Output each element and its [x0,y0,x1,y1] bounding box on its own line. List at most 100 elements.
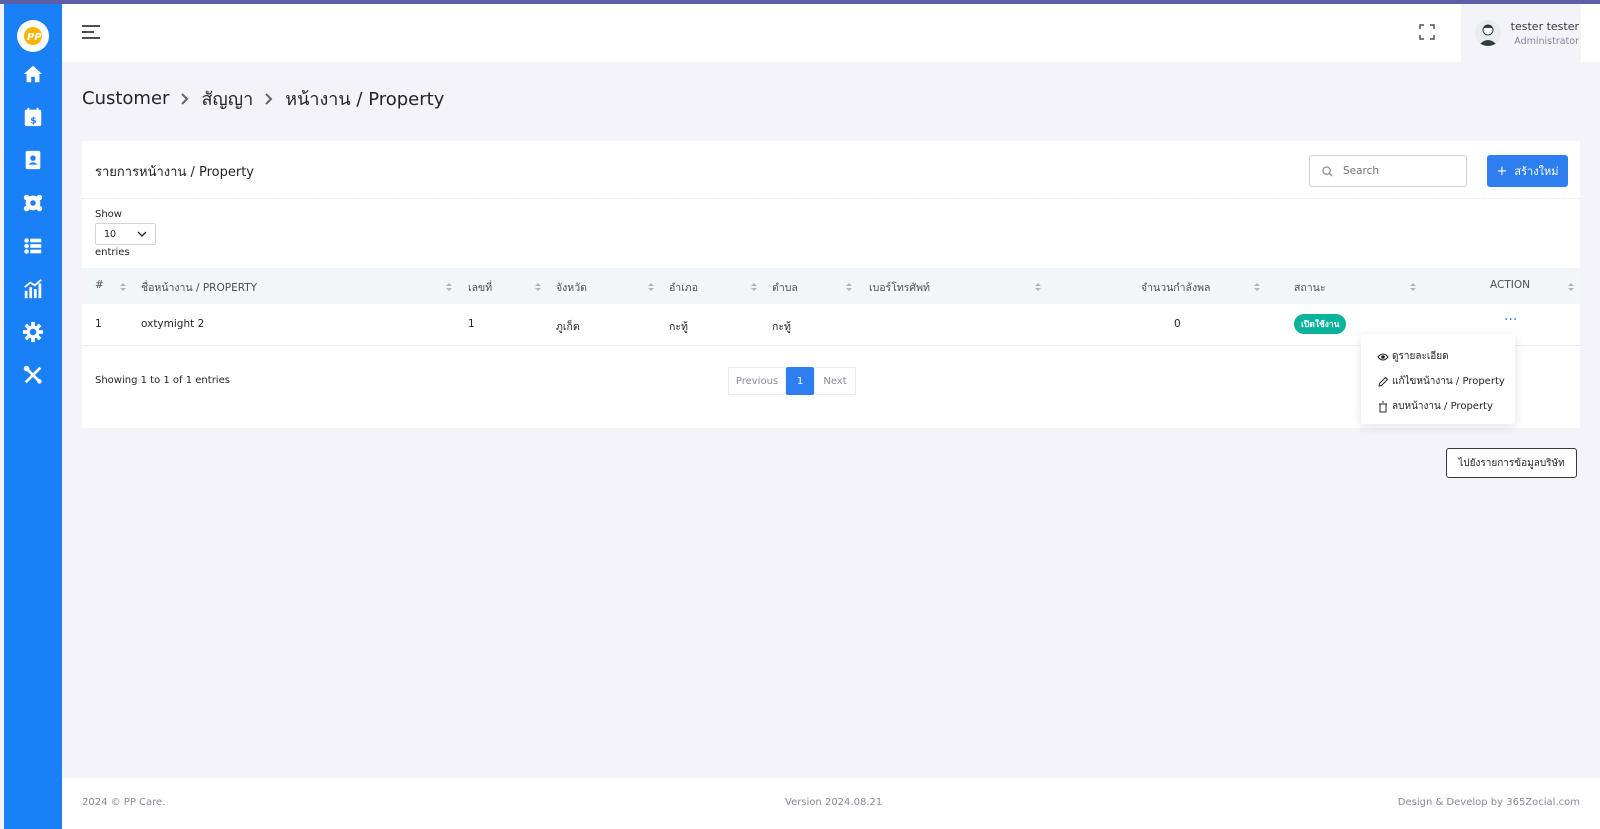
sidebar: PP $ [4,4,62,829]
search-input[interactable] [1343,165,1453,177]
property-list-card: รายการหน้างาน / Property + สร้างใหม่ Sho… [82,141,1580,428]
user-role: Administrator [1514,35,1579,47]
hamburger-icon [82,25,100,39]
avatar [1475,20,1501,46]
column-header-phone[interactable]: เบอร์โทรศัพท์ [869,279,930,296]
tools-icon [23,365,42,384]
breadcrumb-contract[interactable]: สัญญา [201,84,253,113]
table-row: 1 oxtymight 2 1 ภูเก็ต กะทู้ กะทู้ 0 เปิ… [82,304,1580,346]
cell-subdistrict: กะทู้ [772,321,791,333]
breadcrumb-property: หน้างาน / Property [285,89,445,110]
action-view-label: ดูรายละเอียด [1392,351,1449,362]
sidebar-item-team[interactable] [4,181,62,224]
card-header: รายการหน้างาน / Property + สร้างใหม่ [82,141,1580,199]
row-action-menu-button[interactable]: ··· [1504,312,1517,328]
pencil-icon [1378,376,1389,387]
users-gear-icon [23,194,43,211]
sort-icon [751,283,757,291]
status-badge: เปิดใช้งาน [1294,314,1347,334]
cell-number: 1 [468,318,475,330]
show-label: Show [95,209,122,220]
action-delete-label: ลบหน้างาน / Property [1392,401,1493,412]
chart-bar-icon [24,278,42,298]
sort-icon [1568,283,1574,291]
svg-text:PP: PP [27,32,42,43]
top-header: tester tester Administrator [62,4,1600,62]
sort-icon [446,283,452,291]
user-avatar-icon [1475,20,1501,46]
home-icon [23,65,43,82]
footer-version: Version 2024.08.21 [785,797,883,808]
create-new-label: สร้างใหม่ [1514,165,1559,178]
table-header: # ชื่อหน้างาน / PROPERTY เลขที่ จังหวัด … [82,268,1580,304]
action-view-details[interactable]: ดูรายละเอียด [1361,344,1515,369]
pp-logo-icon: PP [24,27,42,45]
pagination: Previous 1 Next [728,367,856,395]
sidebar-item-tools[interactable] [4,353,62,396]
action-edit-label: แก้ไขหน้างาน / Property [1392,376,1505,387]
showing-entries-text: Showing 1 to 1 of 1 entries [95,375,230,386]
calendar-dollar-icon: $ [24,107,42,126]
column-header-subdistrict[interactable]: ตำบล [772,279,798,296]
sidebar-item-contacts[interactable] [4,138,62,181]
contact-book-icon [25,150,41,169]
cell-name: oxtymight 2 [141,318,205,330]
pagination-next[interactable]: Next [814,367,856,395]
sort-icon [1254,283,1260,291]
column-header-status[interactable]: สถานะ [1294,279,1325,296]
column-header-district[interactable]: อำเภอ [669,279,698,296]
footer: 2024 © PP Care. Version 2024.08.21 Desig… [62,778,1600,829]
sidebar-item-reports[interactable] [4,267,62,310]
row-action-dropdown: ดูรายละเอียด แก้ไขหน้างาน / Property ลบห… [1361,334,1515,424]
search-box[interactable] [1309,155,1467,187]
chevron-right-icon [181,92,189,105]
sidebar-item-billing[interactable]: $ [4,95,62,138]
breadcrumb: Customer สัญญา หน้างาน / Property [82,84,444,113]
trash-icon [1379,401,1387,412]
fullscreen-button[interactable] [1419,24,1435,44]
app-logo[interactable]: PP [17,20,49,52]
column-header-number[interactable]: เลขที่ [468,279,492,296]
sort-icon [1410,283,1416,291]
gear-icon [22,321,44,342]
search-icon [1322,165,1333,177]
menu-toggle-button[interactable] [82,24,100,43]
entries-per-page-select[interactable]: 10 [95,223,156,245]
sort-icon [120,283,126,291]
pagination-previous[interactable]: Previous [728,367,786,395]
chevron-right-icon [265,92,273,105]
back-to-company-list-button[interactable]: ไปยังรายการข้อมูลบริษัท [1446,448,1577,478]
column-header-staff[interactable]: จำนวนกำลังพล [1141,279,1210,296]
chevron-down-icon [137,231,147,237]
column-header-action: ACTION [1490,279,1530,291]
cell-province: ภูเก็ต [556,321,580,333]
action-delete-property[interactable]: ลบหน้างาน / Property [1361,394,1515,419]
eye-icon [1377,353,1389,360]
sidebar-item-home[interactable] [4,52,62,95]
user-name: tester tester [1510,19,1579,33]
column-header-province[interactable]: จังหวัด [556,279,587,296]
column-header-no[interactable]: # [95,279,104,291]
breadcrumb-customer[interactable]: Customer [82,88,169,109]
entries-select-value: 10 [104,228,117,240]
sort-icon [846,283,852,291]
list-icon [24,237,42,254]
sidebar-item-list[interactable] [4,224,62,267]
sort-icon [1035,283,1041,291]
card-title: รายการหน้างาน / Property [95,165,254,180]
sidebar-item-settings[interactable] [4,310,62,353]
cell-district: กะทู้ [669,321,688,333]
footer-credit: Design & Develop by 365Zocial.com [1397,797,1580,808]
sort-icon [535,283,541,291]
footer-copyright: 2024 © PP Care. [82,797,166,808]
entries-label: entries [95,247,130,258]
plus-icon: + [1496,163,1508,179]
user-menu[interactable]: tester tester Administrator [1461,4,1581,62]
create-new-button[interactable]: + สร้างใหม่ [1487,155,1568,187]
action-edit-property[interactable]: แก้ไขหน้างาน / Property [1361,369,1515,394]
cell-staff: 0 [1174,318,1181,330]
column-header-name[interactable]: ชื่อหน้างาน / PROPERTY [141,279,257,296]
sort-icon [648,283,654,291]
cell-no: 1 [95,318,102,330]
pagination-page-1[interactable]: 1 [786,367,814,395]
